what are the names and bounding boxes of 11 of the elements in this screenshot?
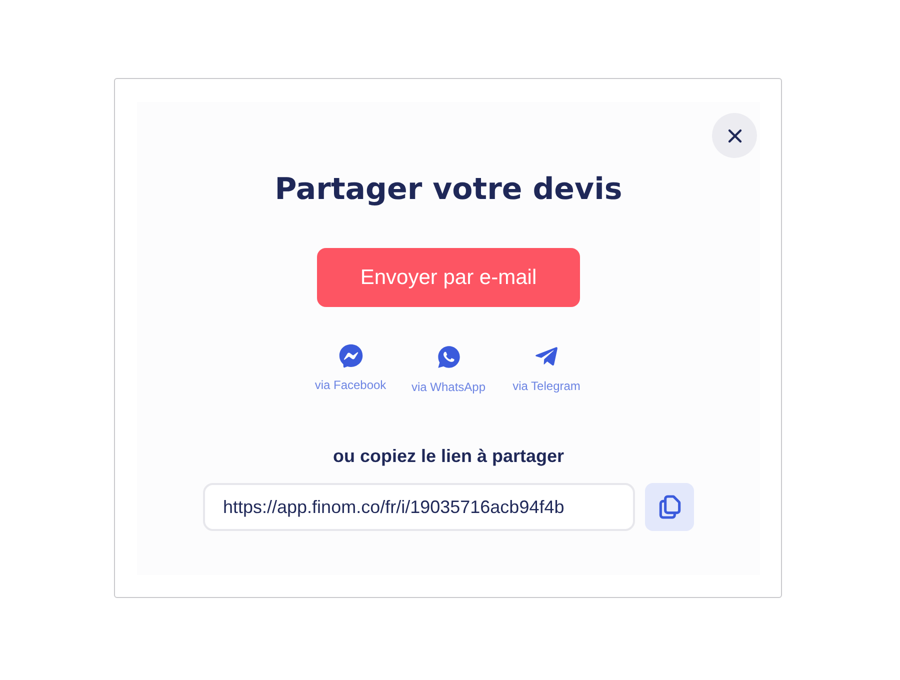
- share-option[interactable]: via Telegram: [508, 344, 584, 395]
- email-button[interactable]: Envoyer par e-mail: [317, 248, 580, 307]
- link-field[interactable]: https://app.finom.co/fr/i/19035716acb94f4b: [203, 483, 635, 531]
- dialog-title: Partager votre devis: [274, 171, 622, 209]
- share-option[interactable]: via Facebook: [312, 344, 388, 395]
- copy-button[interactable]: [645, 483, 694, 531]
- close-button[interactable]: [712, 113, 757, 158]
- chat-bubble-phone-icon: [436, 344, 462, 370]
- copy-link-label: ou copiez le lien à partager: [332, 445, 564, 468]
- share-option[interactable]: via WhatsApp: [410, 344, 486, 395]
- chat-bubble-lightning-icon: [338, 344, 362, 368]
